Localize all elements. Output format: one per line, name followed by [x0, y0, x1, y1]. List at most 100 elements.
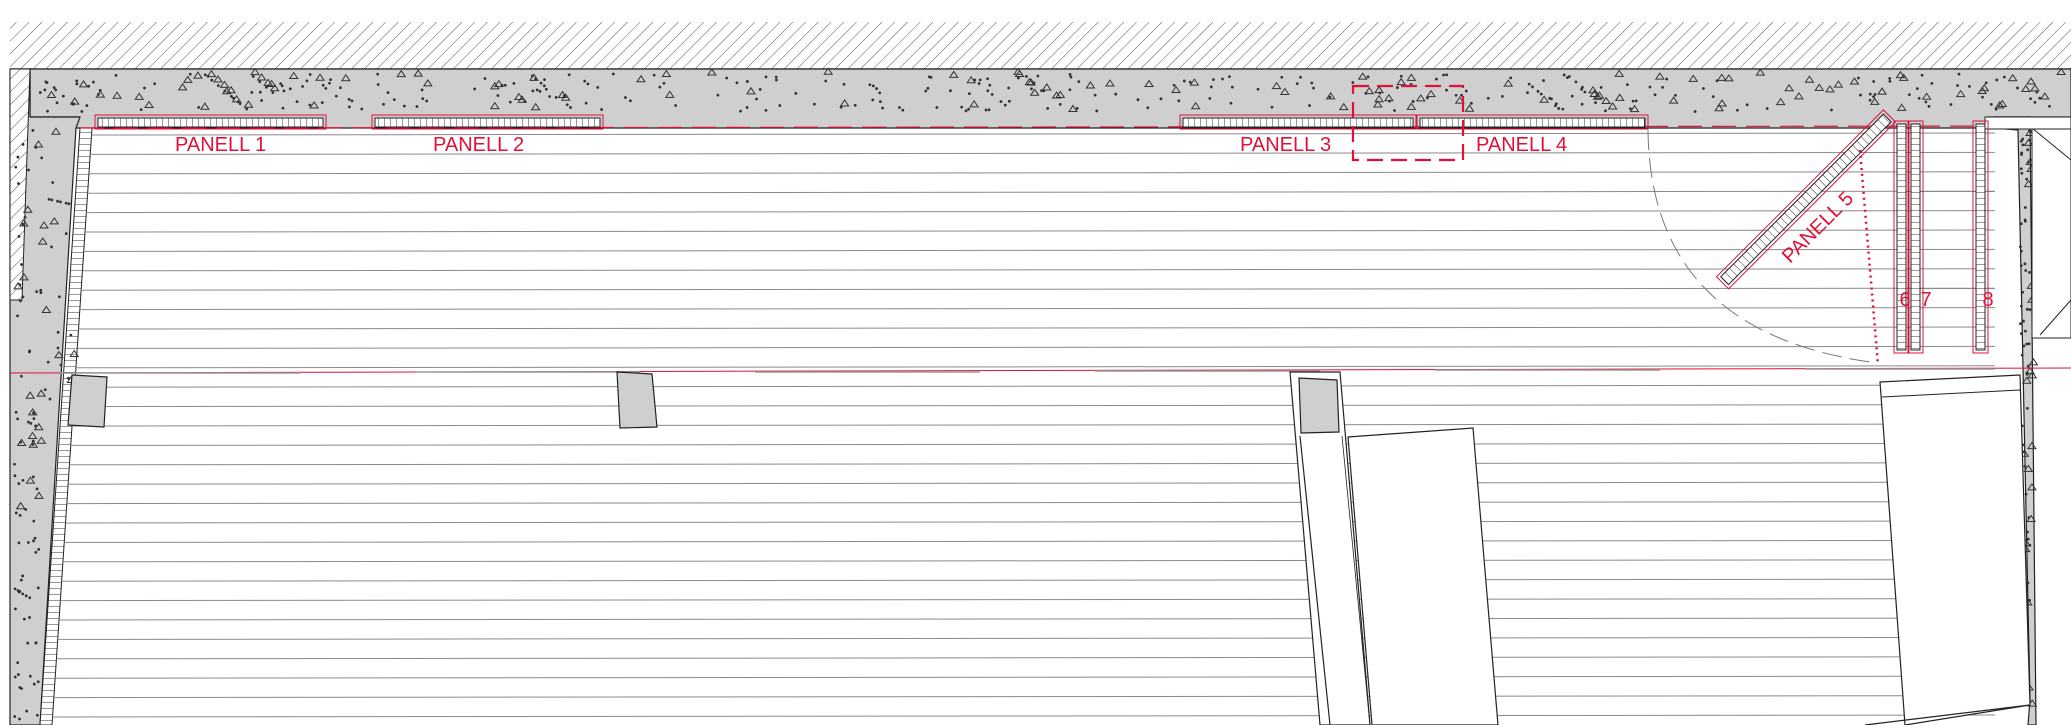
aggregate-dot: [1464, 89, 1468, 93]
column-middle: [616, 371, 658, 429]
aggregate-dot: [61, 94, 65, 98]
aggregate-dot: [114, 73, 118, 77]
aggregate-dot: [2025, 342, 2029, 346]
aggregate-dot: [1583, 90, 1587, 94]
aggregate-dot: [1469, 101, 1473, 105]
aggregate-dot: [986, 89, 990, 93]
aggregate-dot: [32, 539, 35, 543]
aggregate-dot: [251, 75, 255, 78]
aggregate-dot: [2020, 171, 2024, 175]
panels-vertical: [1893, 120, 1989, 354]
floor-line: [91, 132, 1996, 136]
aggregate-dot: [17, 182, 20, 185]
aggregate-dot: [2026, 160, 2030, 164]
earth-hatch-band: [10, 22, 2071, 69]
aggregate-dot: [745, 106, 749, 109]
aggregate-dot: [386, 91, 390, 94]
aggregate-dot: [1366, 75, 1370, 79]
red-reference-line: [9, 367, 2071, 374]
floor-line: [53, 695, 1996, 699]
aggregate-dot: [39, 288, 43, 292]
aggregate-dot: [1068, 88, 1072, 92]
aggregate-dot: [321, 83, 325, 87]
aggregate-dot: [18, 717, 21, 721]
floor-line: [71, 423, 1996, 427]
interior-opening: [1347, 427, 1499, 725]
aggregate-dot: [360, 107, 364, 111]
aggregate-dot: [59, 200, 62, 204]
aggregate-dot: [2019, 322, 2022, 325]
aggregate-dot: [258, 90, 262, 94]
aggregate-dot: [473, 87, 477, 91]
aggregate-dot: [1550, 97, 1553, 101]
floor-line: [60, 598, 1996, 602]
aggregate-dot: [33, 536, 37, 540]
aggregate-dot: [43, 388, 47, 392]
aggregate-dot: [778, 104, 782, 107]
aggregate-dot: [22, 617, 26, 621]
aggregate-dot: [1542, 79, 1545, 82]
aggregate-dot: [1566, 76, 1569, 80]
aggregate-dot: [1968, 84, 1971, 88]
aggregate-dot: [1888, 79, 1892, 83]
aggregate-dot: [2022, 344, 2026, 348]
aggregate-dot: [328, 81, 331, 85]
aggregate-dot: [584, 101, 588, 105]
aggregate-dot: [2028, 270, 2031, 274]
aggregate-dot: [14, 165, 18, 169]
aggregate-dot: [2038, 96, 2042, 100]
aggregate-dot: [1312, 86, 1315, 90]
aggregate-dot: [264, 85, 268, 89]
aggregate-dot: [143, 86, 146, 90]
aggregate-dot: [1648, 85, 1652, 89]
aggregate-dot: [1328, 95, 1332, 99]
aggregate-dot: [28, 596, 32, 600]
aggregate-dot: [2019, 264, 2023, 268]
red-dotted-line: [1858, 149, 1880, 366]
aggregate-dot: [1830, 108, 1833, 112]
aggregate-dot: [1580, 87, 1583, 91]
aggregate-dot: [1702, 87, 1705, 90]
aggregate-dot: [567, 73, 571, 77]
aggregate-dot: [812, 102, 816, 106]
aggregate-dot: [50, 245, 53, 249]
aggregate-dot: [523, 100, 527, 103]
aggregate-dot: [2002, 75, 2006, 79]
aggregate-dot: [543, 78, 546, 82]
aggregate-dot: [1042, 89, 1046, 93]
aggregate-dot: [308, 103, 312, 107]
aggregate-dot: [20, 687, 24, 690]
aggregate-dot: [51, 181, 55, 184]
aggregate-dot: [1872, 80, 1876, 83]
aggregate-dot: [901, 108, 905, 112]
aggregate-dot: [1460, 93, 1463, 97]
aggregate-dot: [56, 346, 60, 350]
aggregate-dot: [13, 675, 17, 679]
aggregate-dot: [1661, 86, 1664, 89]
floor-line: [83, 248, 1996, 252]
floor-line: [84, 229, 1996, 233]
floor-line: [64, 539, 1996, 543]
aggregate-dot: [16, 661, 20, 665]
aggregate-dot: [1280, 75, 1284, 79]
aggregate-dot: [2023, 206, 2027, 209]
aggregate-dot: [420, 88, 424, 92]
aggregate-dot: [1927, 104, 1931, 108]
aggregate-dot: [735, 81, 739, 85]
aggregate-dot: [949, 89, 952, 93]
aggregate-dot: [1378, 91, 1382, 95]
aggregate-dot: [2020, 151, 2024, 155]
aggregate-dot: [54, 88, 58, 92]
aggregate-dot: [14, 607, 17, 611]
aggregate-dot: [1299, 75, 1302, 79]
aggregate-dot: [21, 592, 25, 596]
aggregate-dot: [1114, 92, 1118, 96]
aggregate-dot: [56, 330, 60, 334]
aggregate-dot: [1995, 78, 1999, 82]
aggregate-dot: [43, 88, 47, 92]
aggregate-dot: [308, 73, 312, 76]
aggregate-dot: [1693, 110, 1697, 113]
aggregate-dot: [2025, 307, 2029, 311]
aggregate-dot: [1221, 77, 1224, 81]
aggregate-dot: [2025, 177, 2029, 181]
